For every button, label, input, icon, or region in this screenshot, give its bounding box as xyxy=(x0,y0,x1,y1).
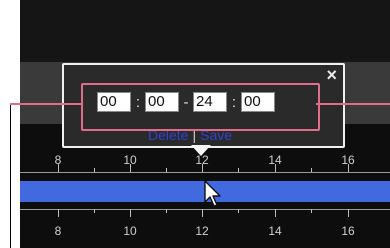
lower-tick xyxy=(311,209,312,213)
lower-ruler-line xyxy=(20,209,390,210)
lower-tick xyxy=(348,209,349,217)
upper-tick xyxy=(166,168,167,172)
callout-leader-right xyxy=(316,103,390,105)
mouse-pointer-icon xyxy=(204,180,221,207)
upper-tick xyxy=(238,168,239,172)
upper-tick xyxy=(94,168,95,172)
callout-leader-left xyxy=(10,103,81,105)
lower-tick-label: 8 xyxy=(54,224,62,238)
lower-tick xyxy=(202,209,203,217)
lower-tick xyxy=(94,209,95,213)
lower-tick xyxy=(238,209,239,213)
lower-tick-label: 12 xyxy=(195,224,209,238)
upper-ruler-line xyxy=(20,172,390,173)
left-border-line xyxy=(10,104,11,248)
close-icon[interactable]: × xyxy=(326,66,337,84)
lower-tick-label: 10 xyxy=(123,224,137,238)
lower-tick xyxy=(275,209,276,217)
upper-tick-label: 8 xyxy=(54,153,62,167)
upper-tick-label: 14 xyxy=(268,153,282,167)
lower-tick xyxy=(166,209,167,213)
upper-tick-label: 10 xyxy=(123,153,137,167)
lower-tick-label: 14 xyxy=(268,224,282,238)
lower-tick xyxy=(58,209,59,217)
upper-tick-label: 16 xyxy=(341,153,355,167)
popup-pointer xyxy=(191,145,211,156)
lower-tick xyxy=(130,209,131,217)
upper-tick xyxy=(311,168,312,172)
lower-tick-label: 16 xyxy=(341,224,355,238)
top-band xyxy=(20,0,390,62)
callout-frame xyxy=(81,83,320,131)
